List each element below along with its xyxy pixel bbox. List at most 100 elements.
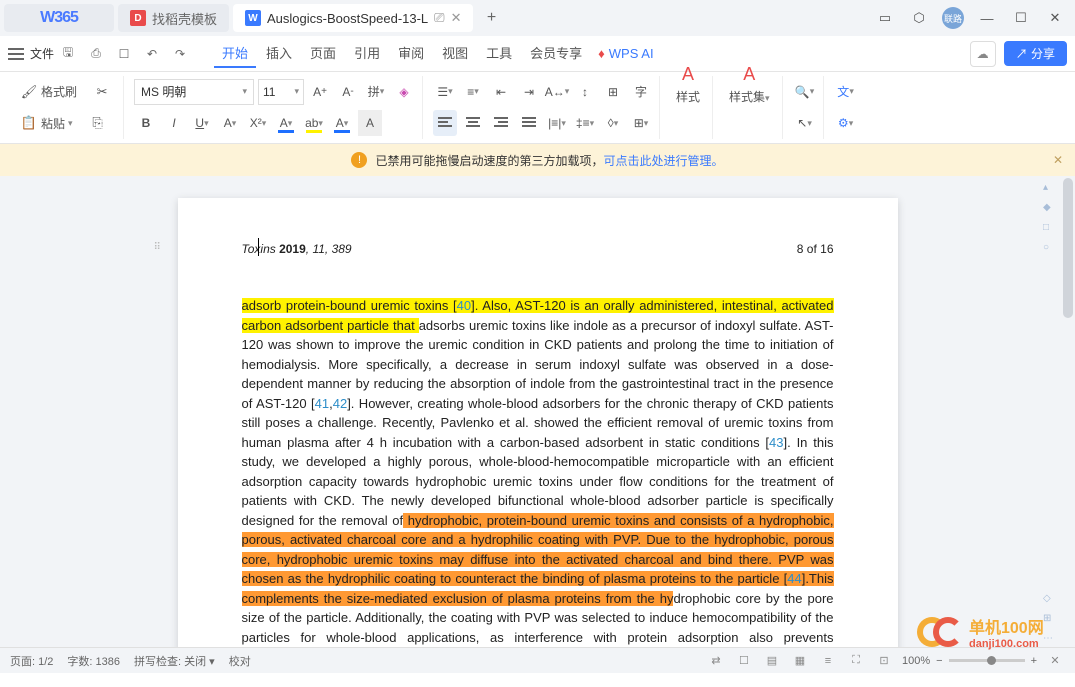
file-menu[interactable]: 文件 — [30, 45, 54, 62]
font-select[interactable]: MS 明朝▾ — [134, 79, 254, 105]
align-center-button[interactable] — [461, 110, 485, 136]
hamburger-icon[interactable] — [8, 48, 24, 60]
text-tools-button[interactable]: 文▾ — [834, 79, 858, 105]
wps-ai-button[interactable]: ♦WPS AI — [598, 46, 653, 61]
zoom-in-button[interactable]: + — [1031, 655, 1037, 667]
paste-button[interactable]: 📋粘贴▾ — [14, 110, 79, 136]
page-indicator[interactable]: 页面: 1/2 — [10, 653, 53, 669]
tool-icon[interactable]: ◇ — [1043, 593, 1057, 607]
collapse-icon[interactable]: ▴ — [1043, 182, 1057, 196]
zoom-out-button[interactable]: − — [936, 655, 942, 667]
font-color-button[interactable]: A▾ — [274, 110, 298, 136]
shrink-font-button[interactable]: A- — [336, 79, 360, 105]
format-painter-button[interactable]: 🖌格式刷 — [14, 79, 83, 105]
web-layout-icon[interactable]: ▦ — [790, 652, 810, 670]
tool-icon[interactable]: ⋯ — [1043, 633, 1057, 647]
copy-button[interactable]: ⎘ — [83, 110, 113, 136]
bold-button[interactable]: B — [134, 110, 158, 136]
highlight-button[interactable]: ab▾ — [302, 110, 326, 136]
align-left-button[interactable] — [433, 110, 457, 136]
font-size-select[interactable]: 11▾ — [258, 79, 304, 105]
tool-icon[interactable]: ◆ — [1043, 202, 1057, 216]
menu-member[interactable]: 会员专享 — [522, 39, 590, 68]
menu-page[interactable]: 页面 — [302, 39, 344, 68]
bullets-button[interactable]: ☰▾ — [433, 79, 457, 105]
style-button[interactable]: A样式 — [670, 64, 706, 120]
menu-view[interactable]: 视图 — [434, 39, 476, 68]
text-direction-icon[interactable]: ⇄ — [706, 652, 726, 670]
fullscreen-icon[interactable]: ⛶ — [846, 652, 866, 670]
tab-document[interactable]: W Auslogics-BoostSpeed-13-L ⎚ ✕ — [233, 4, 473, 32]
scrollbar[interactable] — [1061, 176, 1075, 647]
line-spacing-button[interactable]: ‡≡▾ — [573, 110, 597, 136]
print-icon[interactable]: ⎙ — [84, 42, 108, 66]
multiwindow-icon[interactable]: ▭ — [869, 4, 901, 32]
select-button[interactable]: ↖▾ — [793, 110, 817, 136]
shading-button[interactable]: A▾ — [330, 110, 354, 136]
new-tab-button[interactable]: + — [479, 6, 503, 30]
tab-templates[interactable]: D 找稻壳模板 — [118, 4, 229, 32]
cube-icon[interactable]: ⬡ — [903, 4, 935, 32]
settings-icon[interactable]: ✕ — [1045, 652, 1065, 670]
borders-button[interactable]: ⊞▾ — [629, 110, 653, 136]
zoom-slider[interactable] — [949, 659, 1025, 662]
app-logo[interactable]: W365 — [4, 4, 114, 32]
undo-icon[interactable]: ↶ — [140, 42, 164, 66]
close-button[interactable]: ✕ — [1039, 4, 1071, 32]
minimize-button[interactable]: — — [971, 4, 1003, 32]
styleset-button[interactable]: A样式集▾ — [723, 64, 776, 120]
menu-reference[interactable]: 引用 — [346, 39, 388, 68]
page[interactable]: ⠿ Toxins 2019, 11, 389 8 of 16 adsorb pr… — [178, 198, 898, 647]
grow-font-button[interactable]: A+ — [308, 79, 332, 105]
zoom-control[interactable]: 100% − + — [902, 655, 1037, 667]
settings-button[interactable]: ⚙▾ — [834, 110, 858, 136]
char-shading-button[interactable]: A — [358, 110, 382, 136]
tool-icon[interactable]: ○ — [1043, 242, 1057, 256]
menu-tools[interactable]: 工具 — [478, 39, 520, 68]
indent-button[interactable]: ⇥ — [517, 79, 541, 105]
maximize-button[interactable]: ☐ — [1005, 4, 1037, 32]
menu-review[interactable]: 审阅 — [390, 39, 432, 68]
border-button[interactable]: ⊞ — [601, 79, 625, 105]
numbering-button[interactable]: ≡▾ — [461, 79, 485, 105]
clear-format-button[interactable]: ◈ — [392, 79, 416, 105]
fit-width-icon[interactable]: ⊡ — [874, 652, 894, 670]
preview-icon[interactable]: ☐ — [112, 42, 136, 66]
cloud-icon[interactable]: ☁ — [970, 41, 996, 67]
menu-start[interactable]: 开始 — [214, 39, 256, 68]
menu-insert[interactable]: 插入 — [258, 39, 300, 68]
align-justify-button[interactable] — [517, 110, 541, 136]
print-layout-icon[interactable]: ▤ — [762, 652, 782, 670]
italic-button[interactable]: I — [162, 110, 186, 136]
document-area[interactable]: ⠿ Toxins 2019, 11, 389 8 of 16 adsorb pr… — [0, 176, 1075, 647]
proofing-status[interactable]: 校对 — [229, 653, 251, 669]
spell-check-status[interactable]: 拼写检查: 关闭 ▾ — [134, 653, 215, 669]
scroll-thumb[interactable] — [1063, 178, 1073, 318]
reading-view-icon[interactable]: ☐ — [734, 652, 754, 670]
change-case-button[interactable]: 拼▾ — [364, 79, 388, 105]
save-icon[interactable]: 🖫 — [56, 42, 80, 66]
strikethrough-button[interactable]: A▾ — [218, 110, 242, 136]
sort-button[interactable]: ↕ — [573, 79, 597, 105]
cut-button[interactable]: ✂ — [87, 79, 117, 105]
drag-handle-icon[interactable]: ⠿ — [154, 240, 161, 255]
phonetic-button[interactable]: 字 — [629, 79, 653, 105]
avatar[interactable]: 联路 — [937, 4, 969, 32]
align-right-button[interactable] — [489, 110, 513, 136]
redo-icon[interactable]: ↷ — [168, 42, 192, 66]
underline-button[interactable]: U▾ — [190, 110, 214, 136]
share-button[interactable]: ↗ 分享 — [1004, 41, 1067, 66]
distribute-button[interactable]: |≡|▾ — [545, 110, 569, 136]
word-count[interactable]: 字数: 1386 — [67, 653, 120, 669]
tool-icon[interactable]: □ — [1043, 222, 1057, 236]
char-scale-button[interactable]: A↔▾ — [545, 79, 569, 105]
body-text[interactable]: adsorb protein-bound uremic toxins [40].… — [242, 296, 834, 647]
tool-icon[interactable]: ⊞ — [1043, 613, 1057, 627]
banner-link[interactable]: 可点击此处进行管理。 — [604, 152, 724, 169]
fill-button[interactable]: ◊▾ — [601, 110, 625, 136]
outline-view-icon[interactable]: ≡ — [818, 652, 838, 670]
superscript-button[interactable]: X²▾ — [246, 110, 270, 136]
find-button[interactable]: 🔍▾ — [793, 79, 817, 105]
close-icon[interactable]: ✕ — [451, 10, 462, 26]
banner-close-icon[interactable]: ✕ — [1053, 153, 1063, 167]
